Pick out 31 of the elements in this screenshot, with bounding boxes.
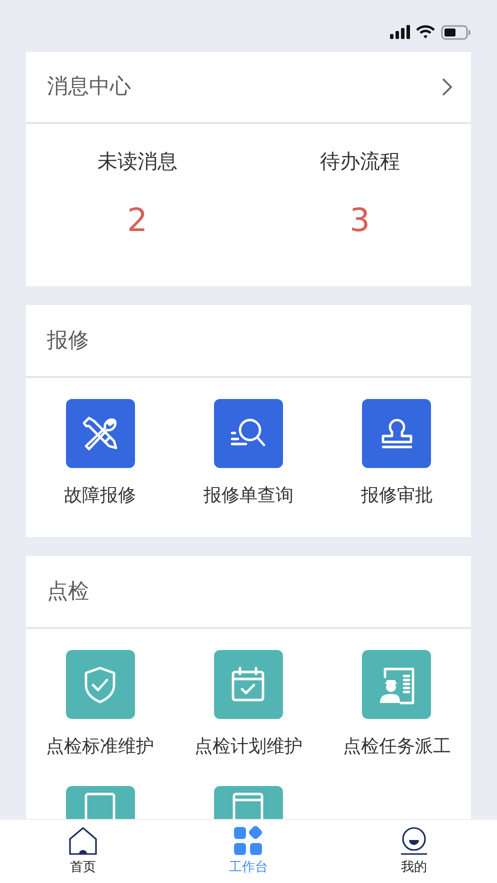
app-label: 报修单查询 [203, 484, 294, 508]
stat-label: 未读消息 [97, 148, 178, 175]
tab[interactable]: 我的 [331, 820, 497, 883]
battery-icon [441, 24, 471, 40]
app-label: 点检任务派工 [342, 735, 451, 759]
stat-count[interactable]: 2 [127, 204, 148, 236]
app-label: 点检计划维护 [194, 735, 302, 759]
wifi-icon [416, 25, 435, 39]
user-icon [399, 826, 430, 856]
home-icon [68, 826, 98, 856]
card-title: 消息中心 [47, 73, 131, 100]
app-tile[interactable] [66, 650, 135, 719]
app-tile[interactable] [362, 399, 432, 468]
stat-count[interactable]: 3 [350, 204, 370, 236]
app-label: 报修审批 [360, 484, 433, 508]
card-title: 报修 [47, 326, 89, 354]
message-header[interactable]: 消息中心 [26, 52, 471, 124]
card-title: 点检 [47, 578, 89, 605]
app-label: 点检标准维护 [46, 735, 154, 759]
app-tile[interactable] [66, 399, 135, 468]
app-tile[interactable] [214, 786, 283, 819]
app-label: 故障报修 [64, 484, 136, 508]
app-tile[interactable] [214, 650, 283, 719]
stat-label: 待办流程 [320, 148, 400, 175]
signal-icon [390, 25, 410, 39]
app-tile[interactable] [362, 650, 432, 719]
app-tile[interactable] [214, 399, 283, 468]
chevron-right-icon [441, 77, 453, 97]
grid-icon [233, 826, 264, 856]
tab[interactable]: 首页 [0, 820, 166, 883]
app-tile[interactable] [66, 786, 135, 819]
